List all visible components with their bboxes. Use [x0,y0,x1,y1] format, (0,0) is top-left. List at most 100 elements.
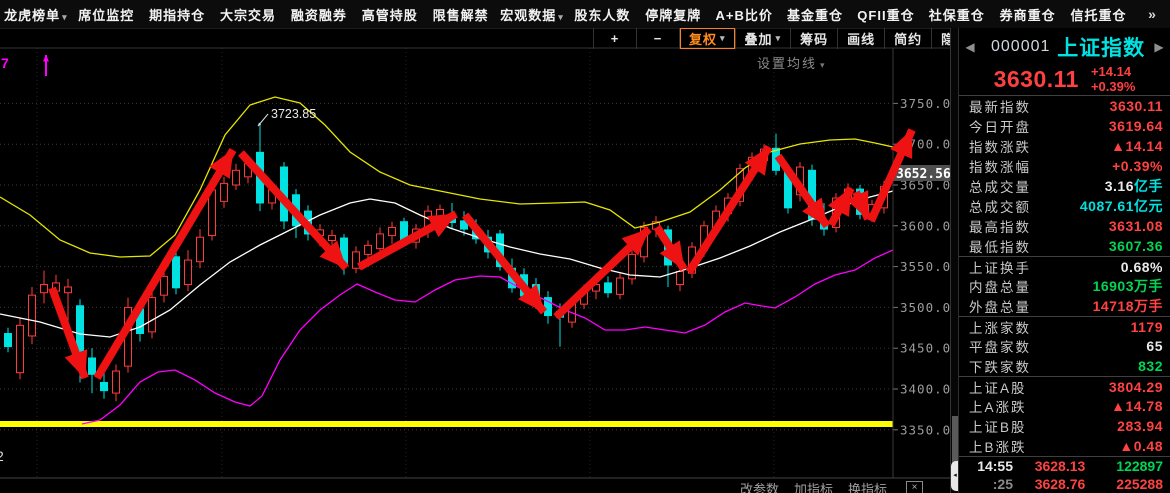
candle-up [161,276,168,295]
trend-arrow [856,192,868,219]
quote-row-unit: 亿元 [1134,198,1163,214]
quote-row-unit: 万手 [1134,298,1163,314]
quote-row-label: 指数涨幅 [969,156,1031,176]
toolbar-button-label: 叠加 [745,29,773,48]
quote-row-label: 上证换手 [969,257,1031,277]
quote-row-value: 1179 [1131,319,1163,335]
ma-settings-label: 设置均线 [757,56,817,71]
menu-item-label: 社保重仓 [929,8,985,23]
menu-item-4[interactable]: 大宗交易 [213,5,284,24]
candle-up [17,325,24,372]
zoom-out-button[interactable]: − [637,28,680,49]
add-indicator-link[interactable]: 加指标 [794,479,833,493]
quote-row: 外盘总量14718万手 [959,296,1170,316]
stock-name: 上证指数 [1050,32,1152,62]
menu-item-6[interactable]: 高管持股 [354,5,425,24]
tick-volume: 225288 [1107,476,1163,492]
peak-pointer-arrow [258,114,268,126]
prev-stock-button[interactable]: ◀ [963,40,977,54]
switch-indicator-link[interactable]: 换指标 [848,479,887,493]
candle-up [329,236,336,241]
menu-item-label: 停牌复牌 [645,8,701,23]
menu-item-5[interactable]: 融资融券 [284,5,355,24]
menu-item-10[interactable]: 停牌复牌 [638,5,709,24]
candle-up [617,278,624,294]
support-band [0,421,893,427]
candle-up [41,285,48,293]
quote-row: 总成交额4087.61亿元 [959,196,1170,216]
quote-row-value: 0.68% [1121,259,1163,275]
menu-item-3[interactable]: 期指持仓 [142,5,213,24]
quote-row-value: 832 [1138,358,1163,374]
toolbar-button-label: 筹码 [800,29,828,48]
toolbar-button-label: 简约 [894,29,922,48]
menu-item-8[interactable]: 宏观数据▾ [496,5,567,24]
quote-row-unit: 亿手 [1134,178,1163,194]
quote-row-label: 指数涨跌 [969,136,1031,156]
menu-item-9[interactable]: 股东人数 [567,5,638,24]
quote-row-label: 最新指数 [969,96,1031,116]
change-params-link[interactable]: 改参数 [740,479,779,493]
quote-row: 上A涨跌▲14.78 [959,396,1170,416]
indicator-links: 改参数 加指标 换指标 × [740,479,923,493]
candle-down [605,283,612,293]
quote-row: 上证换手 0.68% [959,256,1170,276]
menu-item-1[interactable]: 龙虎榜单▾ [0,5,71,24]
chevron-down-icon: ▾ [820,60,827,70]
quote-row-value: 3631.08 [1109,218,1163,234]
peak-price-label: 3723.85 [271,107,316,121]
adjust-price-button[interactable]: 复权▾ [680,28,736,49]
trend-arrow [465,215,544,312]
menu-bar: 龙虎榜单▾ 席位监控期指持仓大宗交易融资融券高管持股限售解禁宏观数据▾股东人数停牌… [0,0,1170,29]
candle-up [677,271,684,284]
menu-item-12[interactable]: 基金重仓 [780,5,851,24]
quote-row-value: 3607.36 [1109,238,1163,254]
trend-arrow [689,147,769,272]
quote-rows: 最新指数3630.11今日开盘3619.64指数涨跌▲14.14指数涨幅+0.3… [959,96,1170,456]
candle-down [173,257,180,288]
overlay-button[interactable]: 叠加▾ [736,28,792,49]
menu-item-label: 大宗交易 [220,8,276,23]
menu-item-2[interactable]: 席位监控 [71,5,142,24]
quote-row-label: 平盘家数 [969,336,1031,356]
menu-item-label: 宏观数据 [500,8,556,23]
menu-more-button[interactable]: » [1134,6,1170,22]
toolbar-button-label: − [654,31,663,46]
quote-row: 最新指数3630.11 [959,96,1170,116]
candle-up [65,287,72,293]
menu-item-label: 基金重仓 [787,8,843,23]
menu-item-7[interactable]: 限售解禁 [425,5,496,24]
quote-row: 上涨家数 1179 [959,316,1170,336]
quote-row-label: 总成交额 [969,196,1031,216]
menu-item-14[interactable]: 社保重仓 [921,5,992,24]
ma-settings-button[interactable]: 设置均线▾ [757,53,827,72]
menu-item-label: 券商重仓 [1000,8,1056,23]
menu-item-13[interactable]: QFII重仓 [851,5,922,24]
menu-item-label: 融资融券 [291,8,347,23]
quote-row-label: 外盘总量 [969,296,1031,316]
quote-row: 今日开盘3619.64 [959,116,1170,136]
quote-row-label: 内盘总量 [969,276,1031,296]
quote-row: 平盘家数65 [959,336,1170,356]
draw-line-button[interactable]: 画线 [838,28,885,49]
quote-row: 上证B股283.94 [959,416,1170,436]
chevron-down-icon: ▾ [776,33,782,44]
menu-item-label: 席位监控 [78,8,134,23]
candle-down [101,382,108,390]
menu-item-11[interactable]: A+B比价 [709,5,780,24]
candle-up [197,237,204,261]
menu-item-16[interactable]: 信托重仓 [1063,5,1134,24]
candle-down [89,358,96,374]
chip-distribution-button[interactable]: 筹码 [791,28,838,49]
quote-row-label: 最低指数 [969,236,1031,256]
quote-panel-header: ◀ 000001 上证指数 ▶ 3630.11 +14.14 +0.39% [959,28,1170,96]
simple-mode-button[interactable]: 简约 [885,28,932,49]
zoom-in-button[interactable]: + [593,28,637,49]
close-indicator-button[interactable]: × [906,481,923,493]
next-stock-button[interactable]: ▶ [1152,40,1166,54]
menu-item-15[interactable]: 券商重仓 [992,5,1063,24]
candle-up [389,227,396,235]
tick-row: 14:553628.13122897 [959,457,1170,475]
quote-row-label: 上涨家数 [969,317,1031,337]
candle-up [365,245,372,254]
